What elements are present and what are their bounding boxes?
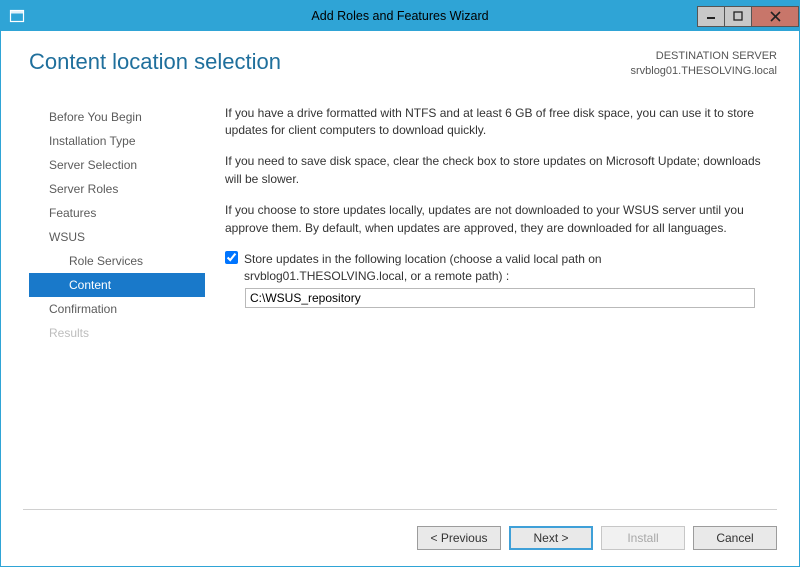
intro-paragraph-2: If you need to save disk space, clear th… [225, 153, 771, 188]
app-icon [9, 8, 25, 24]
main-panel: If you have a drive formatted with NTFS … [205, 103, 777, 509]
sidebar-item-installation-type[interactable]: Installation Type [29, 129, 205, 153]
store-updates-label: Store updates in the following location … [244, 251, 602, 286]
sidebar-item-features[interactable]: Features [29, 201, 205, 225]
close-button[interactable] [751, 6, 799, 27]
page-title: Content location selection [29, 49, 281, 75]
window-title: Add Roles and Features Wizard [1, 9, 799, 23]
body-row: Before You Begin Installation Type Serve… [29, 103, 777, 509]
store-updates-row: Store updates in the following location … [225, 251, 771, 286]
minimize-button[interactable] [697, 6, 725, 27]
sidebar-item-wsus[interactable]: WSUS [29, 225, 205, 249]
maximize-button[interactable] [724, 6, 752, 27]
wizard-sidebar: Before You Begin Installation Type Serve… [29, 103, 205, 509]
destination-info: DESTINATION SERVER srvblog01.THESOLVING.… [630, 49, 777, 79]
next-button[interactable]: Next > [509, 526, 593, 550]
intro-paragraph-1: If you have a drive formatted with NTFS … [225, 105, 771, 140]
wizard-window: Add Roles and Features Wizard Content lo… [0, 0, 800, 567]
install-button: Install [601, 526, 685, 550]
content-path-input[interactable] [245, 288, 755, 308]
store-updates-label-line2: srvblog01.THESOLVING.local, or a remote … [244, 268, 602, 285]
previous-button[interactable]: < Previous [417, 526, 501, 550]
header-row: Content location selection DESTINATION S… [29, 49, 777, 79]
store-updates-checkbox[interactable] [225, 251, 238, 264]
destination-value: srvblog01.THESOLVING.local [630, 64, 777, 79]
sidebar-item-before-you-begin[interactable]: Before You Begin [29, 105, 205, 129]
sidebar-item-server-roles[interactable]: Server Roles [29, 177, 205, 201]
sidebar-item-results: Results [29, 321, 205, 345]
intro-paragraph-3: If you choose to store updates locally, … [225, 202, 771, 237]
window-controls [697, 6, 799, 27]
content-area: Content location selection DESTINATION S… [1, 31, 799, 509]
title-bar: Add Roles and Features Wizard [1, 1, 799, 31]
button-bar: < Previous Next > Install Cancel [1, 510, 799, 566]
store-updates-label-line1: Store updates in the following location … [244, 251, 602, 268]
cancel-button[interactable]: Cancel [693, 526, 777, 550]
sidebar-item-server-selection[interactable]: Server Selection [29, 153, 205, 177]
sidebar-item-confirmation[interactable]: Confirmation [29, 297, 205, 321]
sidebar-item-role-services[interactable]: Role Services [29, 249, 205, 273]
destination-label: DESTINATION SERVER [630, 49, 777, 64]
sidebar-item-content[interactable]: Content [29, 273, 205, 297]
